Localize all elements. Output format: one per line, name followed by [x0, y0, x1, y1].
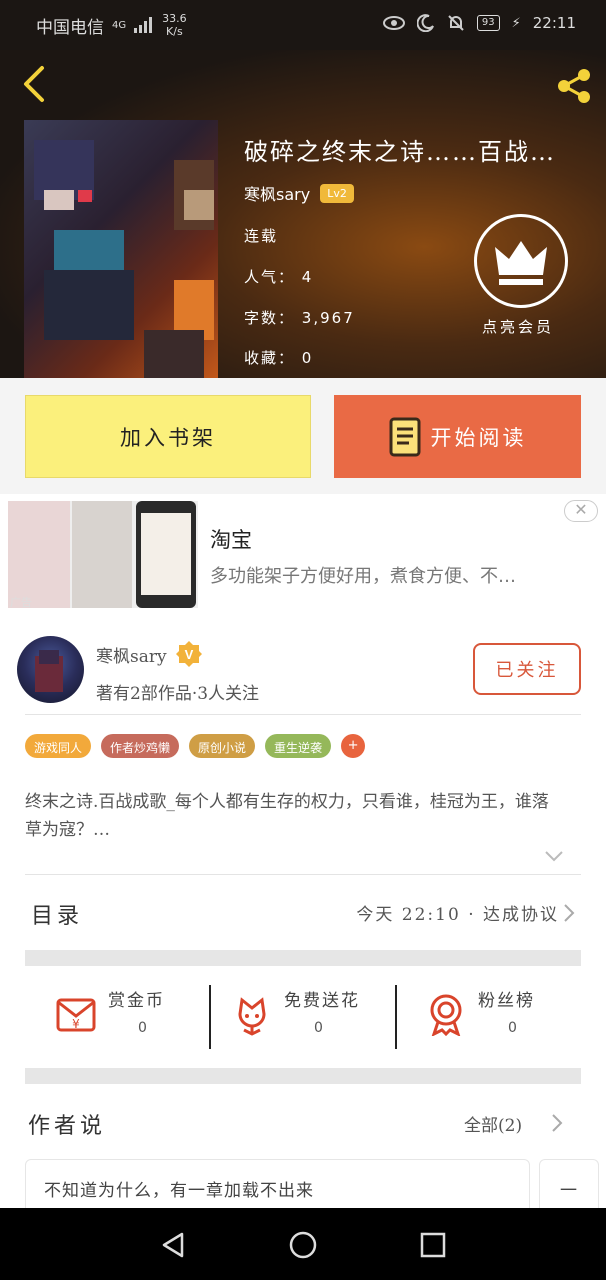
- ad-title[interactable]: 淘宝: [210, 524, 252, 554]
- mute-bell-icon: [448, 15, 464, 31]
- nav-home-icon[interactable]: [288, 1230, 318, 1260]
- add-to-shelf-button[interactable]: 加入书架: [25, 395, 311, 478]
- author-says-all-link[interactable]: 全部(2): [464, 1111, 522, 1136]
- vip-label[interactable]: 点亮会员: [482, 316, 554, 337]
- tag-more-button[interactable]: +: [341, 734, 366, 758]
- fan-rank-button[interactable]: 粉丝榜 0: [424, 986, 564, 1052]
- svg-text:V: V: [184, 647, 193, 662]
- popularity-row: 人气： 4: [244, 268, 314, 286]
- book-author[interactable]: 寒枫sary: [244, 181, 310, 205]
- book-header: 破碎之终末之诗……百战… 寒枫sary Lv2 连载 人气： 4 字数： 3,9…: [0, 50, 606, 378]
- nav-back-icon[interactable]: [158, 1230, 188, 1260]
- tag-chip[interactable]: 作者炒鸡懒: [101, 734, 180, 758]
- chevron-right-icon: [564, 904, 575, 922]
- ad-tag: 广告: [10, 596, 32, 609]
- book-detail-panel: 寒枫sary V 著有2部作品·3人关注 已关注 游戏同人 作者炒鸡懒 原创小说…: [0, 624, 606, 1219]
- charging-icon: ⚡: [511, 15, 521, 31]
- vip-crown-button[interactable]: [474, 214, 568, 308]
- tag-chip[interactable]: 原创小说: [189, 734, 256, 758]
- stat-label: 赏金币: [108, 991, 165, 1011]
- level-badge: Lv2: [320, 183, 354, 203]
- divider: [209, 985, 211, 1049]
- author-name[interactable]: 寒枫sary: [96, 642, 167, 667]
- start-reading-button[interactable]: 开始阅读: [334, 395, 581, 478]
- verified-badge-icon: V: [175, 641, 202, 667]
- eye-icon: [382, 16, 405, 30]
- crown-icon: [495, 241, 547, 285]
- author-stats: 著有2部作品·3人关注: [96, 684, 260, 704]
- ad-image[interactable]: [8, 501, 198, 608]
- carrier-label: 中国电信: [36, 17, 104, 38]
- tag-chip[interactable]: 游戏同人: [25, 734, 92, 758]
- section-separator: [25, 1068, 581, 1084]
- moon-icon: [416, 14, 434, 32]
- author-says-title: 作者说: [28, 1114, 107, 1139]
- stat-value: 0: [508, 1020, 517, 1036]
- chevron-right-icon[interactable]: [551, 1114, 563, 1132]
- book-cover[interactable]: [24, 120, 218, 378]
- nav-recent-icon[interactable]: [418, 1230, 448, 1260]
- collect-row: 收藏： 0: [244, 349, 314, 367]
- ad-description[interactable]: 多功能架子方便好用，煮食方便、不…: [210, 562, 516, 588]
- ad-close-button[interactable]: ✕: [564, 500, 598, 522]
- clock: 22:11: [532, 14, 576, 32]
- back-arrow-icon[interactable]: [18, 64, 52, 104]
- book-status: 连载: [244, 227, 279, 245]
- svg-text:¥: ¥: [72, 1017, 80, 1031]
- avatar[interactable]: [17, 636, 84, 703]
- book-author-line: 寒枫sary Lv2: [244, 181, 354, 205]
- network-type: 4G: [112, 19, 127, 31]
- ad-banner[interactable]: 广告 淘宝 多功能架子方便好用，煮食方便、不… ✕: [0, 494, 606, 624]
- status-bar: 中国电信 4G 33.6 K/s 93 ⚡ 22:11: [0, 0, 606, 50]
- stat-value: 0: [314, 1020, 323, 1036]
- book-description: 终末之诗.百战成歌_每个人都有生存的权力，只看谁，桂冠为王，谁落草为寇？…: [25, 792, 549, 840]
- word-count-row: 字数： 3,967: [244, 309, 355, 327]
- medal-icon: [430, 994, 462, 1036]
- free-flower-button[interactable]: 免费送花 0: [230, 986, 390, 1052]
- battery-indicator: 93: [476, 15, 500, 31]
- signal-icon: [134, 17, 153, 33]
- stat-label: 免费送花: [284, 991, 360, 1011]
- divider: [395, 985, 397, 1049]
- author-comment-text: 不知道为什么，有一章加载不出来: [44, 1181, 314, 1201]
- coin-envelope-icon: ¥: [56, 998, 96, 1032]
- book-title: 破碎之终末之诗……百战…: [244, 138, 556, 166]
- author-name-row[interactable]: 寒枫sary V: [96, 640, 203, 668]
- stat-label: 粉丝榜: [478, 991, 535, 1011]
- tag-chip[interactable]: 重生逆袭: [265, 734, 332, 758]
- section-separator: [25, 950, 581, 966]
- flower-icon: [238, 997, 266, 1036]
- table-of-contents-row[interactable]: 目录 今天 22:10 · 达成协议: [25, 874, 581, 950]
- book-icon: [389, 417, 420, 456]
- network-speed: 33.6 K/s: [162, 12, 187, 38]
- author-comment-text: 一: [560, 1181, 577, 1201]
- share-icon[interactable]: [552, 64, 596, 108]
- follow-button[interactable]: 已关注: [473, 643, 581, 695]
- stat-value: 0: [138, 1020, 147, 1036]
- divider: [25, 714, 581, 715]
- chevron-down-icon[interactable]: [545, 850, 563, 862]
- system-nav-bar: [0, 1208, 606, 1280]
- latest-chapter[interactable]: 今天 22:10 · 达成协议: [356, 900, 559, 925]
- action-bar: 加入书架 开始阅读: [0, 378, 606, 494]
- reward-coin-button[interactable]: ¥ 赏金币 0: [54, 986, 194, 1052]
- tag-list: 游戏同人 作者炒鸡懒 原创小说 重生逆袭 +: [25, 734, 366, 758]
- toc-label: 目录: [31, 904, 84, 929]
- close-icon: ✕: [574, 500, 588, 519]
